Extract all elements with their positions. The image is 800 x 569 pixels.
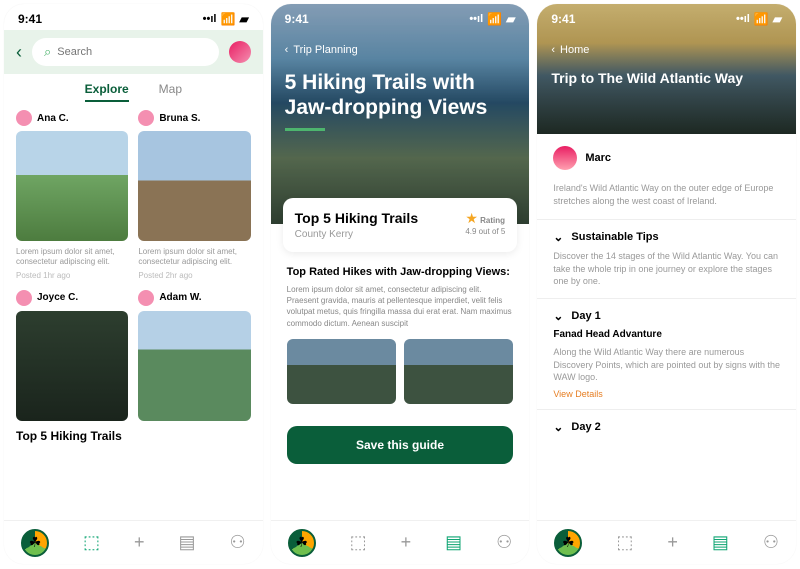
posted-time: Posted 1hr ago xyxy=(16,271,128,280)
screen-explore: 9:41 ••ıl 📶 ▰ ‹ ⌕ Explore Map Ana C. Lor… xyxy=(4,4,263,564)
feed-card[interactable]: Bruna S. Lorem ipsum dolor sit amet, con… xyxy=(138,110,250,280)
author-name: Marc xyxy=(585,152,611,164)
intro-text: Ireland's Wild Atlantic Way on the outer… xyxy=(537,182,796,219)
nav-map-icon[interactable]: ⬚ xyxy=(616,532,633,553)
screen-trip-detail: 9:41 ••ıl 📶 ▰ ‹Home Trip to The Wild Atl… xyxy=(537,4,796,564)
chevron-left-icon: ‹ xyxy=(285,44,289,56)
user-avatar xyxy=(138,290,154,306)
rating-box: ★ Rating 4.9 out of 5 xyxy=(465,210,505,236)
search-input[interactable] xyxy=(57,46,206,58)
star-icon: ★ xyxy=(465,210,478,226)
chevron-down-icon: ⌄ xyxy=(553,309,563,323)
nav-guides-icon[interactable]: ▤ xyxy=(445,532,462,553)
tips-body: Discover the 14 stages of the Wild Atlan… xyxy=(553,250,780,288)
tips-section: ⌄Sustainable Tips Discover the 14 stages… xyxy=(537,219,796,298)
status-time: 9:41 xyxy=(18,12,42,26)
user-avatar xyxy=(16,110,32,126)
nav-profile-icon[interactable]: ⚇ xyxy=(496,532,512,553)
day1-subtitle: Fanad Head Advanture xyxy=(553,329,780,340)
card-image xyxy=(16,311,128,421)
view-details-link[interactable]: View Details xyxy=(553,389,780,399)
screen-guide-detail: 9:41 ••ıl 📶 ▰ ‹Trip Planning 5 Hiking Tr… xyxy=(271,4,530,564)
profile-avatar[interactable] xyxy=(229,41,251,63)
feed: Ana C. Lorem ipsum dolor sit amet, conse… xyxy=(4,110,263,421)
status-icons: ••ıl 📶 ▰ xyxy=(736,12,782,26)
tabs: Explore Map xyxy=(4,74,263,110)
feed-card[interactable]: Adam W. xyxy=(138,290,250,421)
status-icons: ••ıl 📶 ▰ xyxy=(203,12,249,26)
feed-title: Top 5 Hiking Trails xyxy=(4,421,263,451)
search-box[interactable]: ⌕ xyxy=(32,38,219,66)
posted-time: Posted 2hr ago xyxy=(138,271,250,280)
thumbnail[interactable] xyxy=(404,339,513,404)
status-time: 9:41 xyxy=(285,12,309,26)
nav-home-logo[interactable]: ☘ xyxy=(21,529,49,557)
chevron-down-icon: ⌄ xyxy=(553,420,563,434)
tab-explore[interactable]: Explore xyxy=(85,82,129,102)
status-bar: 9:41 ••ıl 📶 ▰ xyxy=(4,4,263,30)
nav-home-logo[interactable]: ☘ xyxy=(288,529,316,557)
rating-value: 4.9 out of 5 xyxy=(465,227,505,236)
card-image xyxy=(138,131,250,241)
tips-header[interactable]: ⌄Sustainable Tips xyxy=(553,230,780,244)
status-bar: 9:41 ••ıl 📶 ▰ xyxy=(537,4,796,30)
feed-card[interactable]: Ana C. Lorem ipsum dolor sit amet, conse… xyxy=(16,110,128,280)
author-row: Marc xyxy=(537,134,796,182)
chevron-down-icon: ⌄ xyxy=(553,230,563,244)
description-section: Top Rated Hikes with Jaw-dropping Views:… xyxy=(271,252,530,418)
card-desc: Lorem ipsum dolor sit amet, consectetur … xyxy=(16,247,128,268)
card-image xyxy=(16,131,128,241)
back-link[interactable]: ‹Home xyxy=(551,44,782,56)
user-name: Bruna S. xyxy=(159,113,200,124)
nav-add-icon[interactable]: + xyxy=(667,532,678,553)
back-link[interactable]: ‹Trip Planning xyxy=(285,44,516,56)
nav-guides-icon[interactable]: ▤ xyxy=(178,532,195,553)
nav-map-icon[interactable]: ⬚ xyxy=(350,532,367,553)
section-text: Lorem ipsum dolor sit amet, consectetur … xyxy=(287,284,514,329)
nav-map-icon[interactable]: ⬚ xyxy=(83,532,100,553)
search-header: ‹ ⌕ xyxy=(4,30,263,74)
nav-profile-icon[interactable]: ⚇ xyxy=(229,532,245,553)
section-title: Top Rated Hikes with Jaw-dropping Views: xyxy=(287,266,514,278)
hero-image: ‹Trip Planning 5 Hiking Trails with Jaw-… xyxy=(271,4,530,224)
user-name: Joyce C. xyxy=(37,292,78,303)
day1-body: Along the Wild Atlantic Way there are nu… xyxy=(553,346,780,384)
user-avatar xyxy=(16,290,32,306)
thumbnail-row xyxy=(287,339,514,404)
nav-profile-icon[interactable]: ⚇ xyxy=(763,532,779,553)
card-desc: Lorem ipsum dolor sit amet, consectetur … xyxy=(138,247,250,268)
day2-header[interactable]: ⌄Day 2 xyxy=(553,420,780,434)
rating-label: Rating xyxy=(480,216,505,225)
hero-title: 5 Hiking Trails with Jaw-dropping Views xyxy=(285,70,516,120)
status-icons: ••ıl 📶 ▰ xyxy=(469,12,515,26)
card-image xyxy=(138,311,250,421)
user-name: Adam W. xyxy=(159,292,201,303)
nav-guides-icon[interactable]: ▤ xyxy=(712,532,729,553)
bottom-nav: ☘ ⬚ + ▤ ⚇ xyxy=(4,520,263,564)
nav-add-icon[interactable]: + xyxy=(134,532,145,553)
tab-map[interactable]: Map xyxy=(159,82,182,102)
nav-add-icon[interactable]: + xyxy=(401,532,412,553)
day1-section: ⌄Day 1 Fanad Head Advanture Along the Wi… xyxy=(537,298,796,409)
bottom-nav: ☘ ⬚ + ▤ ⚇ xyxy=(271,520,530,564)
user-name: Ana C. xyxy=(37,113,69,124)
feed-card[interactable]: Joyce C. xyxy=(16,290,128,421)
info-card: Top 5 Hiking Trails County Kerry ★ Ratin… xyxy=(283,198,518,252)
back-icon[interactable]: ‹ xyxy=(16,42,22,63)
user-avatar xyxy=(138,110,154,126)
hero-title: Trip to The Wild Atlantic Way xyxy=(551,70,782,86)
author-avatar[interactable] xyxy=(553,146,577,170)
chevron-left-icon: ‹ xyxy=(551,44,555,56)
save-button[interactable]: Save this guide xyxy=(287,426,514,464)
day1-header[interactable]: ⌄Day 1 xyxy=(553,309,780,323)
nav-home-logo[interactable]: ☘ xyxy=(554,529,582,557)
bottom-nav: ☘ ⬚ + ▤ ⚇ xyxy=(537,520,796,564)
status-bar: 9:41 ••ıl 📶 ▰ xyxy=(271,4,530,30)
thumbnail[interactable] xyxy=(287,339,396,404)
search-icon: ⌕ xyxy=(44,44,51,60)
status-time: 9:41 xyxy=(551,12,575,26)
day2-section: ⌄Day 2 xyxy=(537,409,796,444)
accent-line xyxy=(285,128,325,131)
